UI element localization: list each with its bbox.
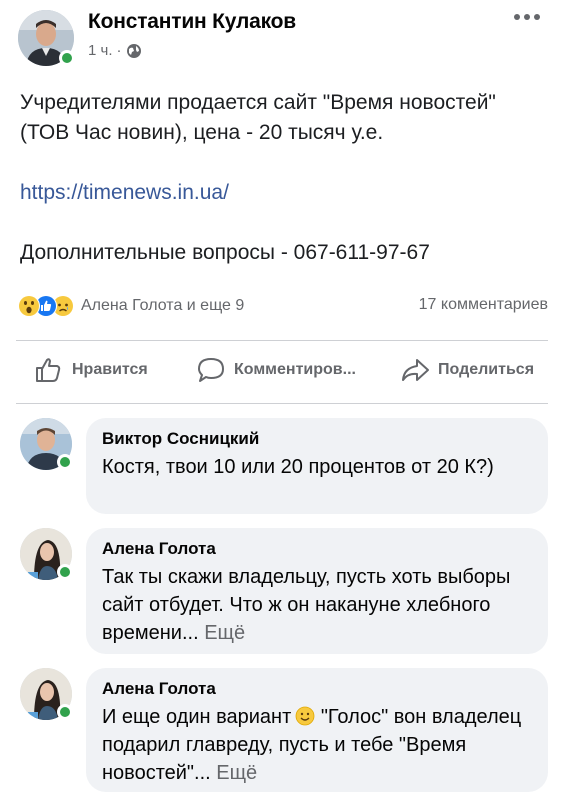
online-status-dot bbox=[57, 704, 73, 720]
like-label: Нравится bbox=[72, 361, 148, 378]
comment-author[interactable]: Алена Голота bbox=[102, 678, 532, 700]
comment-bubble[interactable]: Алена Голота И еще один вариант "Голос" … bbox=[86, 668, 548, 792]
share-icon bbox=[402, 359, 429, 381]
online-status-dot bbox=[57, 564, 73, 580]
wow-icon bbox=[18, 295, 40, 317]
post-time[interactable]: 1 ч. bbox=[88, 42, 113, 59]
author-avatar-wrap[interactable] bbox=[18, 10, 75, 66]
commenter-avatar-wrap[interactable] bbox=[20, 418, 73, 470]
commenter-avatar-wrap[interactable] bbox=[20, 668, 73, 720]
meta-separator: · bbox=[116, 42, 122, 59]
thumbs-up-icon bbox=[36, 358, 61, 382]
comment-text: Так ты скажи владельцу, пусть хоть выбор… bbox=[102, 563, 532, 647]
post-link[interactable]: https://timenews.in.ua/ bbox=[20, 181, 229, 204]
reactors-text[interactable]: Алена Голота и еще 9 bbox=[81, 297, 244, 315]
post-text-main: Учредителями продается сайт "Время новос… bbox=[20, 91, 496, 144]
post-author-name[interactable]: Константин Кулаков bbox=[88, 10, 296, 34]
commenter-avatar-wrap[interactable] bbox=[20, 528, 73, 580]
online-status-dot bbox=[57, 454, 73, 470]
comments-count[interactable]: 17 комментариев bbox=[419, 296, 548, 314]
post-meta: 1 ч. · bbox=[88, 42, 142, 59]
see-more-link[interactable]: Ещё bbox=[216, 762, 257, 784]
comment-text-body: Так ты скажи владельцу, пусть хоть выбор… bbox=[102, 566, 511, 644]
share-label: Поделиться bbox=[438, 361, 535, 378]
comment-icon bbox=[198, 358, 224, 382]
reaction-icons[interactable] bbox=[18, 295, 74, 317]
comment-author[interactable]: Виктор Сосницкий bbox=[102, 428, 532, 450]
online-status-dot bbox=[59, 50, 75, 66]
comment-text-before: И еще один вариант bbox=[102, 706, 292, 728]
like-button[interactable]: Нравится bbox=[34, 355, 148, 385]
comment-author[interactable]: Алена Голота bbox=[102, 538, 532, 560]
post-body: Учредителями продается сайт "Время новос… bbox=[20, 88, 545, 268]
share-button[interactable]: Поделиться bbox=[400, 355, 534, 385]
post-text-contact: Дополнительные вопросы - 067-611-97-67 bbox=[20, 241, 430, 264]
comment-text: Костя, твои 10 или 20 процентов от 20 К?… bbox=[102, 456, 494, 478]
post-actions: Нравится Комментиров... Поделиться bbox=[0, 341, 561, 403]
comment-text: И еще один вариант "Голос" вон владелец … bbox=[102, 703, 532, 787]
reactions-summary[interactable]: Алена Голота и еще 9 17 комментариев bbox=[18, 294, 548, 318]
globe-icon bbox=[126, 43, 142, 59]
see-more-link[interactable]: Ещё bbox=[204, 622, 245, 644]
comment-bubble[interactable]: Виктор Сосницкий Костя, твои 10 или 20 п… bbox=[86, 418, 548, 514]
comment-label: Комментиров... bbox=[234, 361, 356, 378]
more-options-icon[interactable] bbox=[513, 10, 541, 22]
smile-emoji-icon bbox=[295, 706, 315, 726]
comment-button[interactable]: Комментиров... bbox=[196, 355, 356, 385]
post-header: Константин Кулаков 1 ч. · bbox=[0, 0, 561, 80]
divider-bottom bbox=[16, 403, 548, 404]
comment-bubble[interactable]: Алена Голота Так ты скажи владельцу, пус… bbox=[86, 528, 548, 654]
